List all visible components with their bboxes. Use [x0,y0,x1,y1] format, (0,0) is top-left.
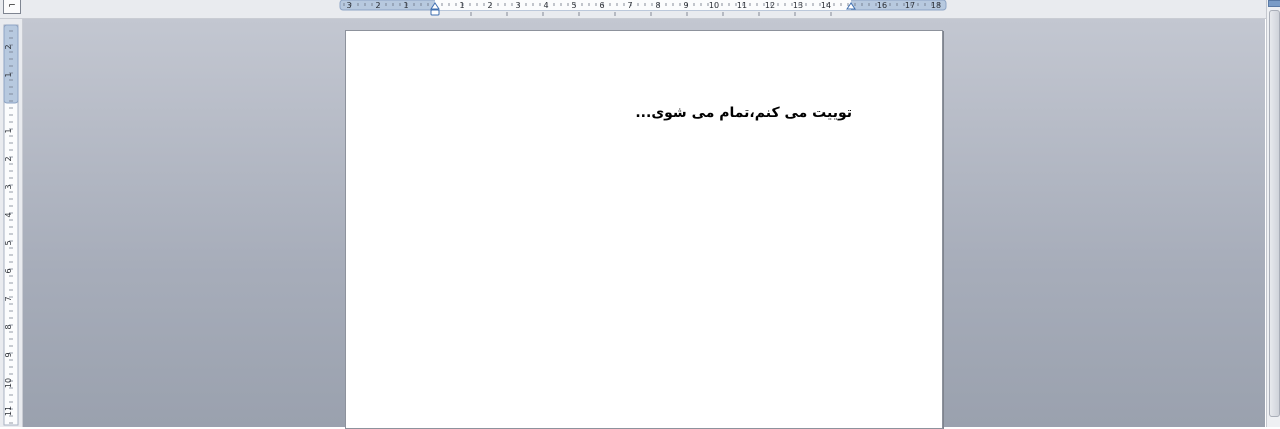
ruler-number-label: 11 [737,1,747,10]
vertical-ruler-number-label: 9 [4,352,13,357]
vertical-ruler-number-label: 5 [4,240,13,245]
document-page[interactable]: توییت می کنم،تمام می شوی... [345,30,943,429]
vertical-ruler-number-label: 2 [4,156,13,161]
ruler-number-label: 1 [403,1,408,10]
ruler-number-label: 1 [459,1,464,10]
ruler-number-label: 12 [765,1,775,10]
tab-stop-icon: ⌐ [8,1,16,11]
vertical-scrollbar[interactable] [1266,0,1280,427]
ruler-number-label: 8 [655,1,660,10]
ruler-number-label: 14 [821,1,831,10]
ruler-number-label: 2 [487,1,492,10]
hanging-indent-marker [430,9,440,16]
ruler-number-label: 3 [346,1,351,10]
scrollbar-thumb[interactable] [1269,10,1280,417]
ruler-number-label: 2 [375,1,380,10]
vertical-ruler[interactable]: 211234567891011 [0,19,22,427]
ruler-number-label: 3 [515,1,520,10]
vertical-ruler-top-margin [3,24,19,104]
tab-selector-button[interactable]: ⌐ [3,0,21,14]
ruler-number-label: 5 [571,1,576,10]
ruler-number-label: 13 [793,1,803,10]
ruler-text-area [435,0,851,10]
vertical-ruler-number-label: 1 [4,128,13,133]
vertical-ruler-number-label: 2 [4,44,13,49]
ruler-number-label: 17 [905,1,915,10]
ruler-number-label: 6 [599,1,604,10]
vertical-ruler-number-label: 3 [4,184,13,189]
vertical-ruler-number-label: 8 [4,324,13,329]
vertical-ruler-number-label: 6 [4,268,13,273]
ruler-number-label: 16 [877,1,887,10]
vertical-ruler-number-label: 11 [4,406,13,416]
ruler-number-label: 9 [683,1,688,10]
ruler-number-label: 7 [627,1,632,10]
vertical-ruler-number-label: 4 [4,212,13,217]
ruler-number-label: 10 [709,1,719,10]
ruler-number-label: 18 [931,1,941,10]
horizontal-ruler[interactable]: 3 2 1 1 2 3 4 5 6 7 8 9 10 11 12 13 14 16 17 18 [0,0,1280,18]
vertical-ruler-number-label: 7 [4,296,13,301]
document-text-line[interactable]: توییت می کنم،تمام می شوی... [635,105,852,121]
ruler-number-label: 4 [543,1,548,10]
scroll-up-button[interactable] [1268,0,1280,7]
vertical-ruler-number-label: 10 [4,378,13,388]
vertical-ruler-number-label: 1 [4,72,13,77]
